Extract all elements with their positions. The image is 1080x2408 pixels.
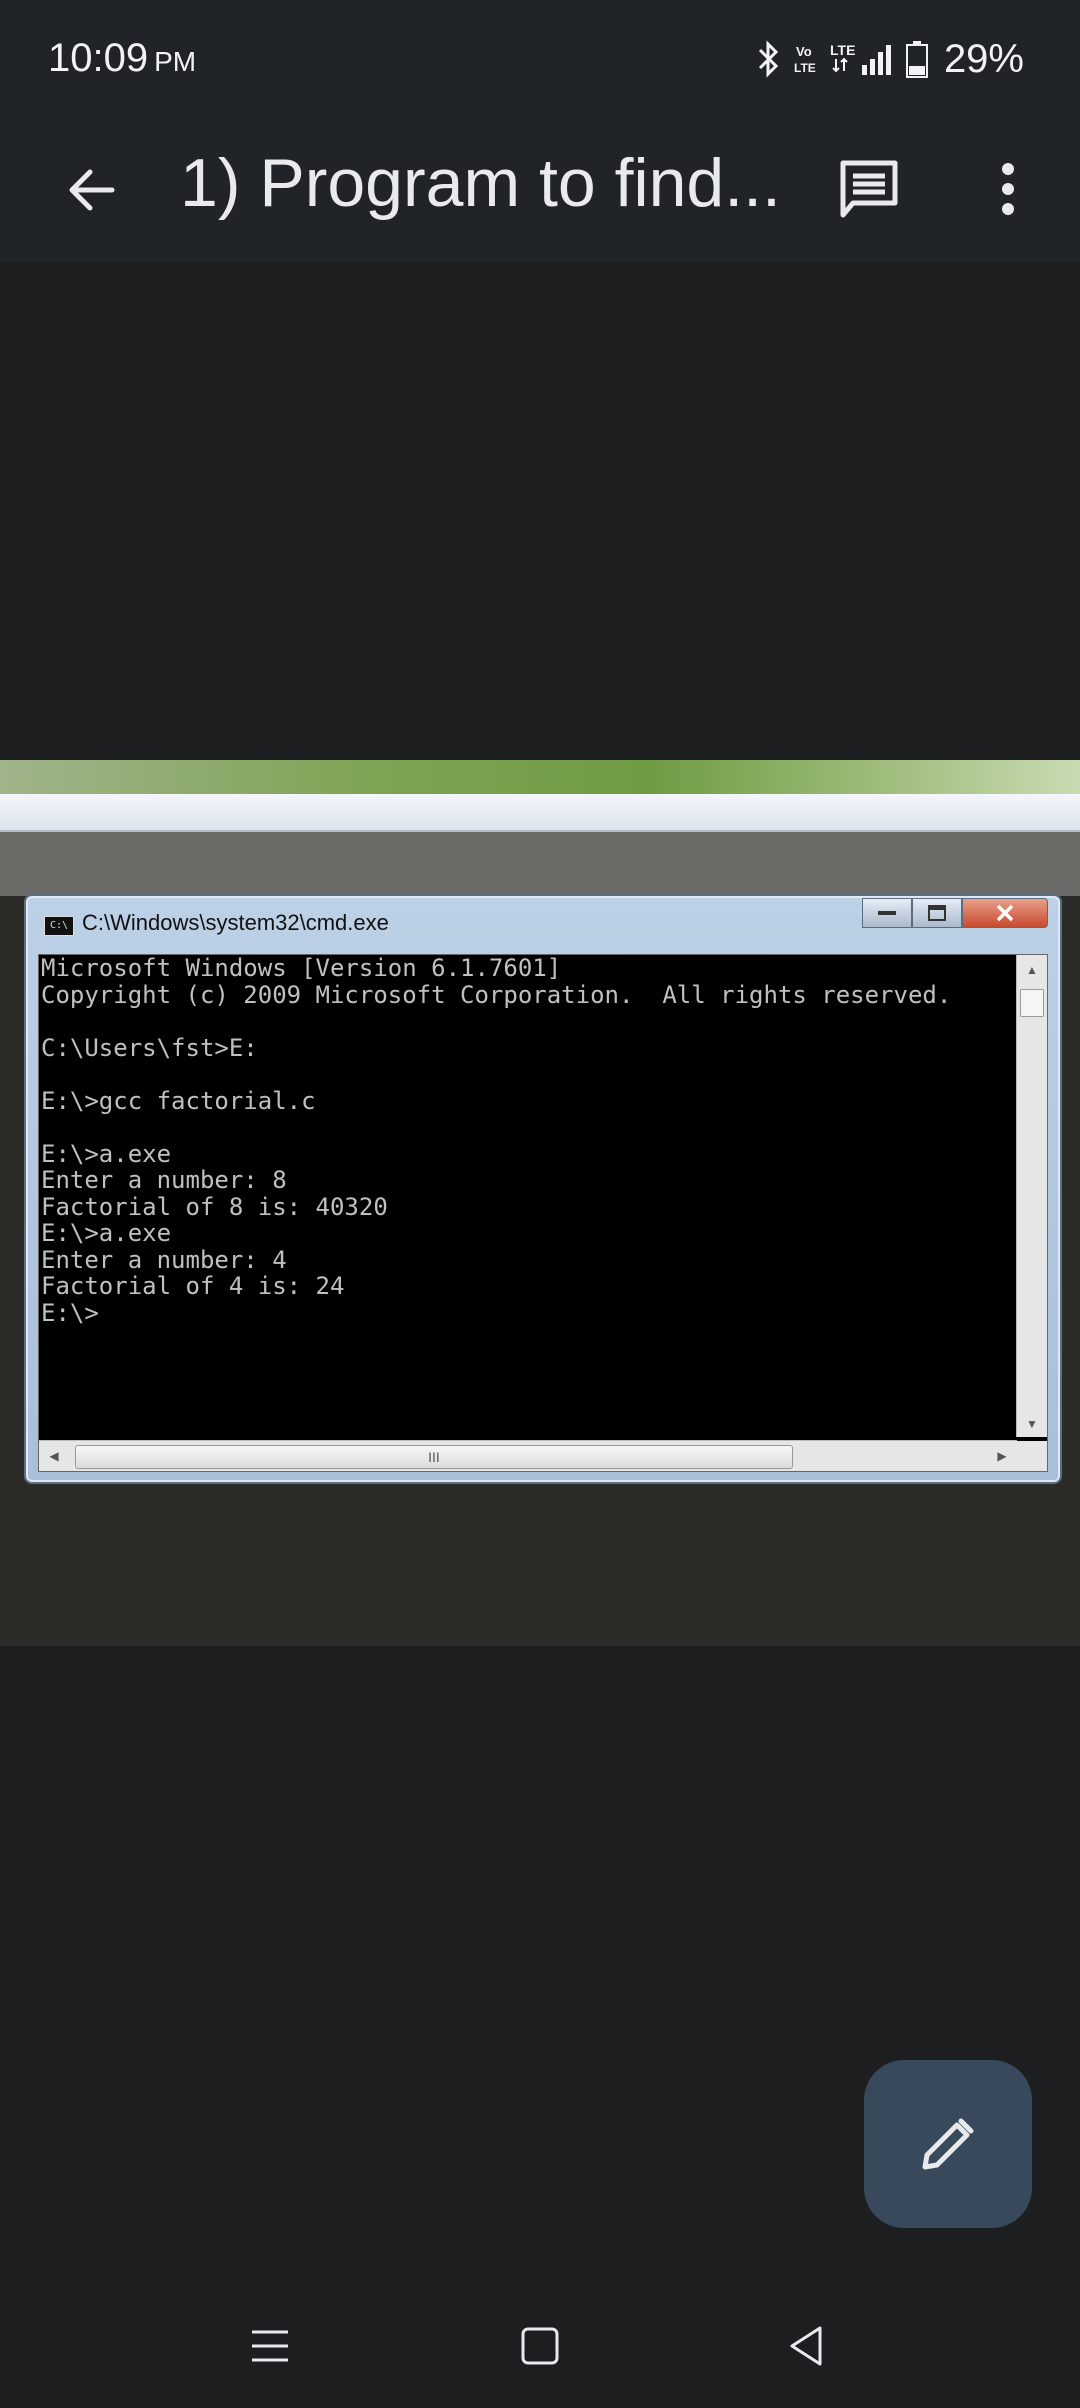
more-options-button[interactable] bbox=[968, 146, 1048, 232]
menu-lines-icon bbox=[252, 2330, 288, 2362]
signal-icon: LTE bbox=[830, 42, 891, 75]
battery-percent: 29% bbox=[943, 36, 1024, 81]
edit-fab[interactable] bbox=[864, 2060, 1032, 2228]
svg-text:LTE: LTE bbox=[794, 61, 816, 75]
battery-icon bbox=[905, 41, 928, 78]
app-bar: 1) Program to find... bbox=[0, 120, 1080, 262]
console-line: E:\> bbox=[41, 1298, 99, 1327]
pencil-icon bbox=[922, 2118, 974, 2170]
nav-back-button[interactable] bbox=[766, 2306, 846, 2386]
cmd-window-title: C:\Windows\system32\cmd.exe bbox=[82, 910, 389, 935]
console-line: Factorial of 8 is: 40320 bbox=[41, 1192, 388, 1221]
console-line: Copyright (c) 2009 Microsoft Corporation… bbox=[41, 980, 952, 1009]
status-icons: Vo LTE LTE 29% bbox=[754, 36, 1024, 82]
comment-icon bbox=[840, 160, 898, 218]
resize-grip bbox=[1017, 1441, 1047, 1471]
time-text: 10:09 bbox=[48, 36, 149, 80]
vertical-scrollbar: ▲ ▼ bbox=[1016, 955, 1047, 1437]
console-line: E:\>a.exe bbox=[41, 1139, 172, 1168]
time-ampm: PM bbox=[154, 46, 197, 77]
status-time: 10:09 PM bbox=[48, 36, 196, 81]
console-line: Factorial of 4 is: 24 bbox=[41, 1272, 345, 1300]
minimize-icon bbox=[862, 898, 912, 928]
cmd-icon: C:\ bbox=[44, 916, 74, 936]
console-line: E:\>a.exe bbox=[41, 1219, 172, 1247]
cmd-titlebar: C:\ C:\Windows\system32\cmd.exe bbox=[26, 896, 1060, 946]
more-vertical-icon bbox=[1002, 163, 1014, 215]
screenshot-gray-band bbox=[0, 832, 1080, 896]
scroll-left-icon: ◀ bbox=[49, 1449, 59, 1463]
navigation-bar bbox=[0, 2280, 1080, 2408]
comment-button[interactable] bbox=[826, 146, 912, 232]
scroll-down-icon: ▼ bbox=[1026, 1417, 1038, 1431]
volte-icon: Vo LTE bbox=[794, 44, 816, 75]
scroll-right-icon: ▶ bbox=[997, 1449, 1007, 1463]
console-line: Microsoft Windows [Version 6.1.7601] bbox=[41, 954, 562, 982]
cmd-console: Microsoft Windows [Version 6.1.7601] Cop… bbox=[38, 954, 1048, 1472]
triangle-left-icon bbox=[790, 2326, 822, 2366]
horizontal-scrollbar: ◀ III ▶ bbox=[39, 1440, 1017, 1471]
scroll-up-icon: ▲ bbox=[1026, 963, 1038, 977]
back-button[interactable] bbox=[52, 150, 132, 230]
arrow-left-icon bbox=[69, 169, 115, 211]
home-button[interactable] bbox=[500, 2306, 580, 2386]
cmd-window: C:\ C:\Windows\system32\cmd.exe Microsof… bbox=[24, 894, 1062, 1484]
page-title: 1) Program to find... bbox=[180, 145, 781, 221]
vertical-scroll-thumb bbox=[1020, 989, 1044, 1017]
window-controls bbox=[862, 898, 1048, 928]
console-line: E:\>gcc factorial.c bbox=[41, 1086, 316, 1115]
maximize-icon bbox=[912, 898, 962, 928]
screenshot-desktop-strip bbox=[0, 760, 1080, 794]
bluetooth-icon bbox=[758, 40, 779, 78]
close-icon bbox=[962, 898, 1048, 928]
console-output: Microsoft Windows [Version 6.1.7601] Cop… bbox=[41, 955, 1009, 1326]
console-line: C:\Users\fst>E: bbox=[41, 1033, 258, 1062]
status-bar: 10:09 PM Vo LTE LTE 29% bbox=[0, 0, 1080, 120]
recent-apps-button[interactable] bbox=[230, 2306, 310, 2386]
horizontal-scroll-thumb: III bbox=[75, 1445, 793, 1469]
svg-text:LTE: LTE bbox=[830, 42, 855, 58]
screenshot-browser-bar bbox=[0, 794, 1080, 832]
square-icon bbox=[521, 2327, 559, 2365]
console-line: Enter a number: 8 bbox=[41, 1166, 287, 1194]
console-line: Enter a number: 4 bbox=[41, 1245, 287, 1274]
svg-text:Vo: Vo bbox=[796, 44, 812, 59]
